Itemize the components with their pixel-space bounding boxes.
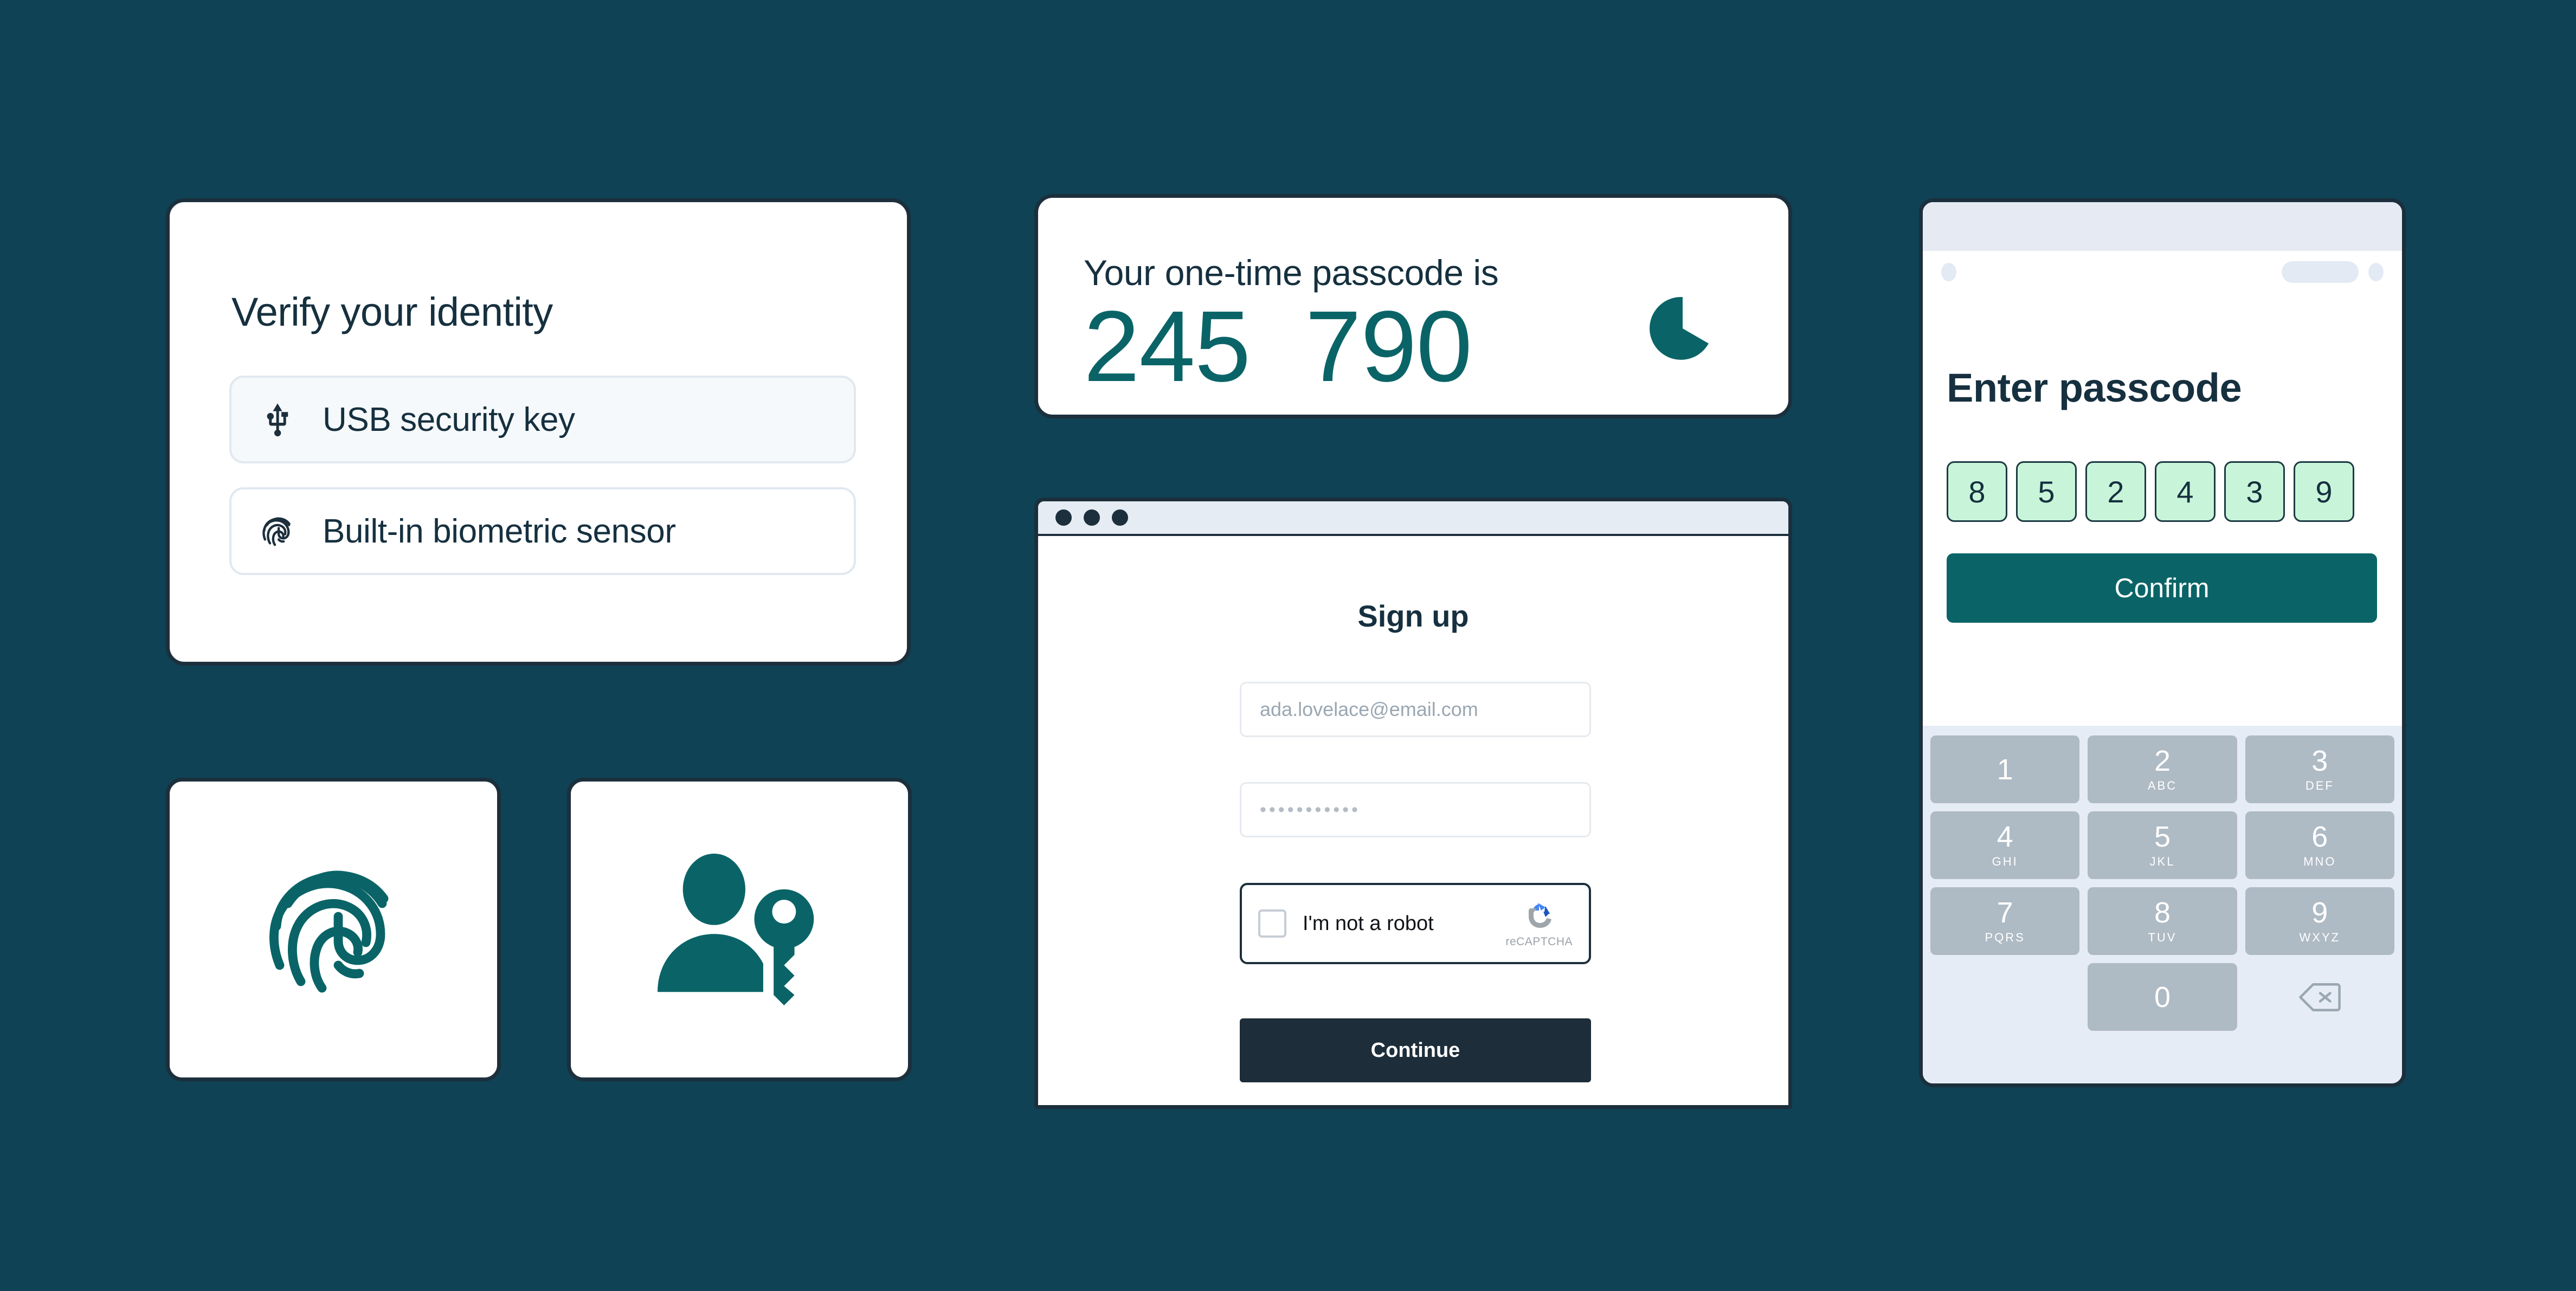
browser-titlebar xyxy=(1038,501,1788,536)
browser-content: Sign up ada.lovelace@email.com •••••••••… xyxy=(1038,536,1788,1103)
keypad-key-number: 8 xyxy=(2154,896,2171,929)
passcode-digit[interactable]: 5 xyxy=(2016,461,2077,522)
keypad-key-number: 6 xyxy=(2311,820,2328,853)
window-close-dot[interactable] xyxy=(1055,509,1072,526)
keypad-key-number: 3 xyxy=(2311,744,2328,777)
keypad-key-5[interactable]: 5 JKL xyxy=(2088,811,2237,879)
keypad-key-number: 2 xyxy=(2154,744,2171,777)
window-minimize-dot[interactable] xyxy=(1084,509,1100,526)
enter-passcode-title: Enter passcode xyxy=(1947,365,2242,410)
passcode-digit[interactable]: 4 xyxy=(2155,461,2216,522)
verify-identity-title: Verify your identity xyxy=(231,289,553,334)
fingerprint-icon xyxy=(257,511,298,551)
otp-code: 245 790 xyxy=(1084,291,1472,403)
email-field[interactable]: ada.lovelace@email.com xyxy=(1240,682,1591,737)
usb-icon xyxy=(257,399,298,440)
passcode-digit-group: 8 5 2 4 3 9 xyxy=(1947,461,2354,522)
passcode-digit[interactable]: 8 xyxy=(1947,461,2007,522)
keypad-key-letters: PQRS xyxy=(1985,930,2025,944)
one-time-passcode-card: Your one-time passcode is 245 790 xyxy=(1034,194,1792,418)
canvas: Verify your identity USB security key Bu… xyxy=(0,0,2576,1291)
keypad-row: 7 PQRS 8 TUV 9 WXYZ xyxy=(1930,887,2394,955)
keypad-key-1[interactable]: 1 xyxy=(1930,735,2080,803)
chrome-address-pill[interactable] xyxy=(2282,261,2359,283)
user-key-icon-tile xyxy=(567,778,912,1081)
keypad-row: 1 2 ABC 3 DEF xyxy=(1930,735,2394,803)
window-maximize-dot[interactable] xyxy=(1112,509,1128,526)
backspace-icon xyxy=(2298,982,2341,1012)
keypad-key-2[interactable]: 2 ABC xyxy=(2088,735,2237,803)
browser-window: Sign up ada.lovelace@email.com •••••••••… xyxy=(1034,498,1792,1109)
passcode-digit[interactable]: 3 xyxy=(2224,461,2285,522)
user-key-icon xyxy=(650,848,829,1011)
keypad-key-3[interactable]: 3 DEF xyxy=(2245,735,2394,803)
keypad-key-number: 5 xyxy=(2154,820,2171,853)
continue-button[interactable]: Continue xyxy=(1240,1018,1591,1082)
phone-mockup: Enter passcode 8 5 2 4 3 9 Confirm 1 2 A… xyxy=(1919,198,2406,1087)
passcode-digit[interactable]: 9 xyxy=(2294,461,2354,522)
auth-option-usb-security-key[interactable]: USB security key xyxy=(229,376,856,463)
keypad-key-number: 9 xyxy=(2311,896,2328,929)
confirm-button[interactable]: Confirm xyxy=(1947,553,2377,623)
keypad-key-8[interactable]: 8 TUV xyxy=(2088,887,2237,955)
chrome-menu-dot[interactable] xyxy=(2368,263,2384,281)
otp-label: Your one-time passcode is xyxy=(1084,253,1499,293)
passcode-digit[interactable]: 2 xyxy=(2085,461,2146,522)
keypad-key-number: 7 xyxy=(1997,896,2013,929)
fingerprint-icon-tile xyxy=(166,778,501,1081)
keypad-key-letters: TUV xyxy=(2148,930,2177,944)
auth-option-usb-label: USB security key xyxy=(323,401,575,438)
keypad-key-letters: DEF xyxy=(2305,778,2334,792)
keypad-row: 4 GHI 5 JKL 6 MNO xyxy=(1930,811,2394,879)
keypad-key-letters: GHI xyxy=(1992,854,2018,868)
keypad-key-0[interactable]: 0 xyxy=(2088,963,2237,1031)
recaptcha-logo-icon xyxy=(1529,903,1552,928)
pie-timer-icon xyxy=(1648,294,1717,363)
recaptcha-checkbox[interactable] xyxy=(1258,909,1286,938)
keypad-key-4[interactable]: 4 GHI xyxy=(1930,811,2080,879)
keypad-row: 0 xyxy=(1930,963,2394,1031)
keypad-key-blank xyxy=(1930,963,2079,1031)
keypad-key-7[interactable]: 7 PQRS xyxy=(1930,887,2080,955)
verify-identity-card: Verify your identity USB security key Bu… xyxy=(166,198,911,666)
recaptcha-label: I'm not a robot xyxy=(1303,912,1434,935)
keypad-key-backspace[interactable] xyxy=(2245,963,2394,1031)
keypad-key-9[interactable]: 9 WXYZ xyxy=(2245,887,2394,955)
phone-status-bar xyxy=(1923,202,2402,251)
password-field[interactable]: ••••••••••• xyxy=(1240,782,1591,837)
recaptcha-brand-label: reCAPTCHA xyxy=(1505,935,1573,948)
auth-option-biometric-label: Built-in biometric sensor xyxy=(323,512,676,550)
signup-title: Sign up xyxy=(1357,599,1469,633)
keypad-key-letters: ABC xyxy=(2147,778,2178,792)
fingerprint-icon xyxy=(252,848,415,1011)
phone-screen: Enter passcode 8 5 2 4 3 9 Confirm xyxy=(1923,293,2402,726)
auth-option-biometric-sensor[interactable]: Built-in biometric sensor xyxy=(229,487,856,575)
phone-numeric-keypad: 1 2 ABC 3 DEF 4 GHI 5 JKL 6 MNO 7 PQRS 8… xyxy=(1923,726,2402,1083)
recaptcha-brand: reCAPTCHA xyxy=(1505,899,1573,948)
keypad-key-number: 1 xyxy=(1997,753,2013,786)
keypad-key-6[interactable]: 6 MNO xyxy=(2245,811,2394,879)
keypad-key-number: 0 xyxy=(2154,980,2171,1014)
recaptcha-widget[interactable]: I'm not a robot reCAPTCHA xyxy=(1240,883,1591,964)
keypad-key-number: 4 xyxy=(1997,820,2013,853)
chrome-back-dot[interactable] xyxy=(1941,263,1956,281)
keypad-key-letters: WXYZ xyxy=(2299,930,2341,944)
keypad-key-letters: JKL xyxy=(2149,854,2175,868)
keypad-key-letters: MNO xyxy=(2303,854,2336,868)
phone-browser-chrome xyxy=(1923,251,2402,293)
